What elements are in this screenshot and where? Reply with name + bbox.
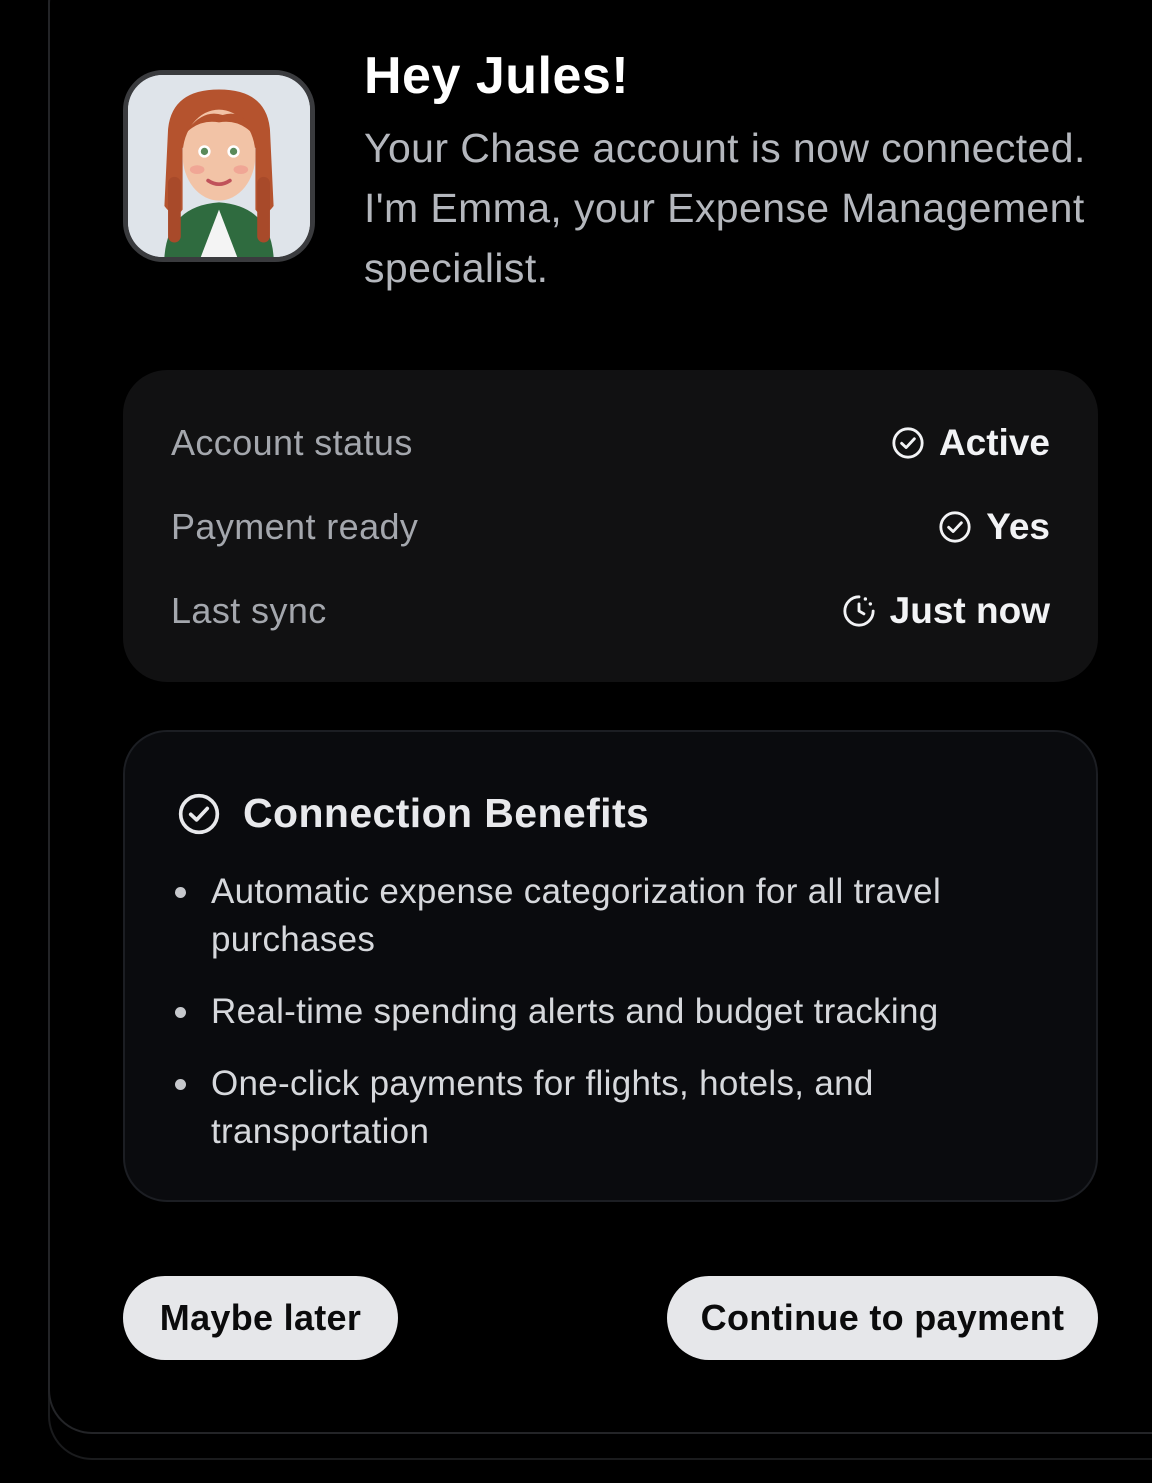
status-value: Yes <box>938 506 1050 548</box>
status-label: Account status <box>171 422 413 463</box>
clock-sync-icon <box>843 595 875 627</box>
continue-to-payment-button[interactable]: Continue to payment <box>667 1276 1098 1360</box>
check-circle-icon <box>892 427 924 459</box>
status-label: Last sync <box>171 590 327 631</box>
list-item: Real-time spending alerts and budget tra… <box>173 988 1053 1036</box>
connection-benefits-panel: Connection Benefits Automatic expense ca… <box>123 730 1098 1202</box>
check-circle-icon <box>939 511 971 543</box>
maybe-later-button[interactable]: Maybe later <box>123 1276 398 1360</box>
greeting-title: Hey Jules! <box>364 47 630 105</box>
status-row-account: Account status Active <box>171 418 1050 468</box>
list-item: One-click payments for flights, hotels, … <box>173 1060 1053 1156</box>
bullet-icon <box>175 1007 186 1018</box>
list-item: Automatic expense categorization for all… <box>173 868 1053 964</box>
benefit-text: One-click payments for flights, hotels, … <box>211 1064 874 1151</box>
account-status-panel: Account status Active Payment ready Yes … <box>123 370 1098 682</box>
status-value-text: Yes <box>986 506 1050 547</box>
bullet-icon <box>175 887 186 898</box>
status-row-sync: Last sync Just now <box>171 586 1050 636</box>
benefits-list: Automatic expense categorization for all… <box>173 868 1053 1180</box>
benefits-header: Connection Benefits <box>177 790 649 837</box>
status-value: Just now <box>842 590 1050 632</box>
intro-message: Your Chase account is now connected. I'm… <box>364 125 1086 291</box>
status-row-payment: Payment ready Yes <box>171 502 1050 552</box>
status-value-text: Just now <box>889 590 1050 631</box>
bullet-icon <box>175 1079 186 1090</box>
benefit-text: Automatic expense categorization for all… <box>211 872 942 959</box>
status-value: Active <box>891 422 1050 464</box>
avatar-portrait-icon <box>128 75 310 257</box>
status-value-text: Active <box>938 422 1050 463</box>
status-label: Payment ready <box>171 506 419 547</box>
benefits-title: Connection Benefits <box>243 790 650 836</box>
check-circle-icon <box>178 793 220 834</box>
benefit-text: Real-time spending alerts and budget tra… <box>211 992 939 1031</box>
assistant-avatar <box>123 70 315 262</box>
